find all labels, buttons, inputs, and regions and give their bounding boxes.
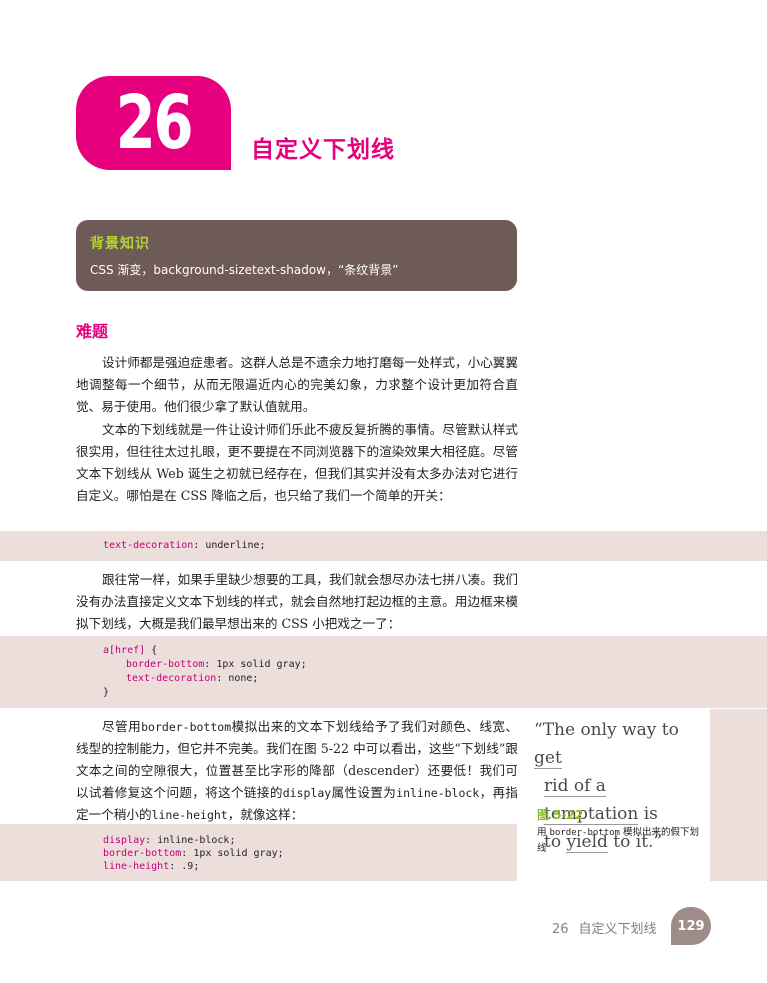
code-value: : 1px solid gray; [181, 848, 284, 859]
code-line: border-bottom: 1px solid gray; [103, 848, 284, 859]
code-brace: { [145, 645, 158, 656]
code-line: } [103, 687, 109, 698]
page-number-badge: 129 [671, 907, 711, 945]
figure-label: 图 5-22 [537, 808, 584, 822]
caption-code: border-bottom [549, 828, 620, 838]
paragraph-4: 尽管用border-bottom模拟出来的文本下划线给予了我们对颜色、线宽、线型… [76, 716, 518, 826]
code-value: : .9; [169, 861, 200, 872]
text-run: ，就像这样： [227, 807, 304, 822]
background-knowledge-box: 背景知识 CSS 渐变，background-sizetext-shadow，“… [76, 220, 517, 291]
caption-text: 用 [537, 827, 550, 838]
code-value: : inline-block; [145, 835, 236, 846]
footer-chapter-number: 26 [552, 922, 569, 937]
code-line: border-bottom: 1px solid gray; [126, 659, 307, 670]
section-title: 难题 [76, 322, 109, 341]
code-line: display: inline-block; [103, 835, 235, 846]
inline-code: inline-block [396, 786, 480, 800]
paragraph-1: 设计师都是强迫症患者。这群人总是不遗余力地打磨每一处样式，小心翼翼地调整每一个细… [76, 355, 518, 414]
code-brace: } [103, 687, 110, 698]
code-property: border-bottom [103, 848, 182, 859]
quote-text: is [638, 804, 658, 824]
chapter-badge: 26 [76, 76, 231, 170]
code-property: text-decoration [103, 540, 194, 551]
code-property: text-decoration [126, 673, 217, 684]
inline-code: display [282, 786, 332, 800]
chapter-number: 26 [115, 80, 194, 166]
text-run: 属性设置为 [331, 785, 397, 800]
code-value: : none; [216, 673, 259, 684]
background-title: 背景知识 [90, 236, 150, 252]
code-line: line-height: .9; [103, 861, 199, 872]
text-run: 尽管用 [102, 719, 142, 734]
code-property: display [103, 835, 146, 846]
code-line: a[href] { [103, 645, 157, 656]
chapter-title: 自定义下划线 [251, 137, 395, 163]
quote-line: “The only way to get [534, 716, 704, 772]
page-number: 129 [677, 918, 705, 934]
background-text: CSS 渐变，background-sizetext-shadow，“条纹背景” [90, 263, 399, 277]
code-line: text-decoration: underline; [103, 540, 266, 551]
code-selector: a[href] [103, 645, 146, 656]
code-value: : underline; [193, 540, 266, 551]
quote-text: “The only way to [534, 720, 679, 740]
paragraph-3: 跟往常一样，如果手里缺少想要的工具，我们就会想尽办法七拼八凑。我们没有办法直接定… [76, 572, 518, 631]
paragraph-2: 文本的下划线就是一件让设计师们乐此不疲反复折腾的事情。尽管默认样式很实用，但往往… [76, 422, 518, 503]
footer-chapter: 26 自定义下划线 [552, 918, 657, 937]
code-value: : 1px solid gray; [204, 659, 307, 670]
figure-caption: 用 border-bottom 模拟出来的假下划线 [537, 825, 707, 857]
code-line: text-decoration: none; [126, 673, 258, 684]
inline-code: border-bottom [141, 720, 232, 734]
code-property: border-bottom [126, 659, 205, 670]
quote-underlined: get [534, 748, 562, 769]
code-property: line-height [103, 861, 170, 872]
footer-chapter-title: 自定义下划线 [578, 922, 657, 937]
inline-code: line-height [151, 808, 228, 822]
